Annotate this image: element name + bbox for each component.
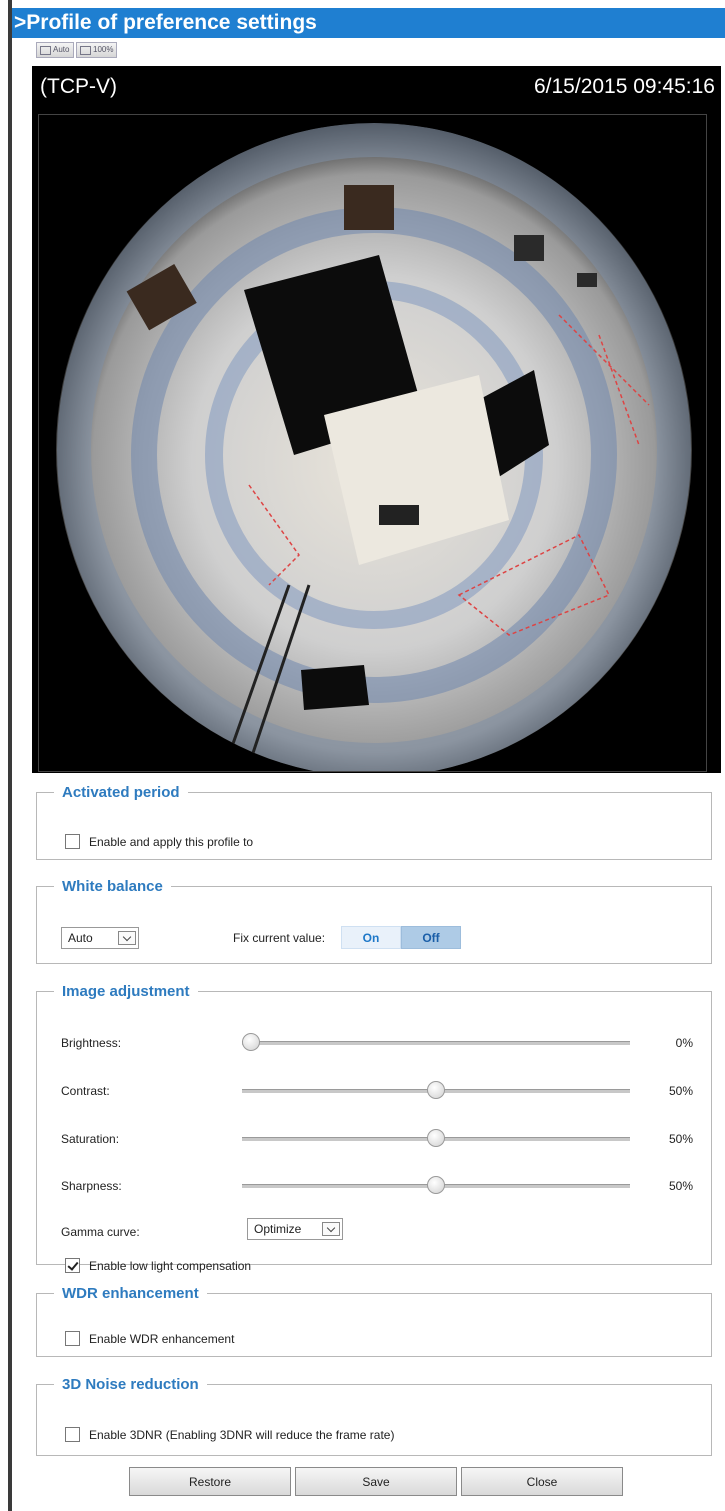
contrast-value: 50%: [668, 1084, 693, 1098]
activated-period-legend: Activated period: [62, 784, 180, 801]
wdr-row: Enable WDR enhancement: [65, 1331, 234, 1346]
enable-profile-label: Enable and apply this profile to: [89, 834, 254, 849]
image-adjustment-section: Image adjustment Brightness: 0% Contrast…: [36, 983, 712, 1273]
close-button[interactable]: Close: [461, 1467, 623, 1496]
contrast-label: Contrast:: [61, 1084, 110, 1098]
slider-handle[interactable]: [427, 1129, 445, 1147]
sharpness-slider[interactable]: [242, 1173, 630, 1197]
white-balance-section: White balance Auto Fix current value: On…: [36, 878, 712, 964]
camera-header: (TCP-V) 6/15/2015 09:45:16: [32, 66, 721, 108]
fix-value-on-button[interactable]: On: [341, 926, 401, 949]
live-video-viewport[interactable]: [32, 108, 721, 773]
wdr-label: Enable WDR enhancement: [89, 1331, 235, 1346]
noise-reduction-section: 3D Noise reduction Enable 3DNR (Enabling…: [36, 1376, 712, 1456]
low-light-row: Enable low light compensation: [65, 1258, 251, 1273]
gamma-curve-value: Optimize: [254, 1222, 302, 1236]
fisheye-video-frame[interactable]: [38, 114, 707, 772]
camera-timestamp: 6/15/2015 09:45:16: [533, 75, 715, 98]
save-button[interactable]: Save: [295, 1467, 457, 1496]
restore-button[interactable]: Restore: [129, 1467, 291, 1496]
chevron-down-icon: [118, 931, 136, 945]
wdr-section: WDR enhancement Enable WDR enhancement: [36, 1285, 712, 1357]
wdr-checkbox[interactable]: [65, 1331, 80, 1346]
brightness-slider[interactable]: [242, 1030, 630, 1054]
sharpness-label: Sharpness:: [61, 1179, 122, 1193]
fisheye-view-image: [39, 115, 706, 771]
contrast-slider[interactable]: [242, 1078, 630, 1102]
noise-reduction-legend: 3D Noise reduction: [62, 1376, 199, 1393]
3dnr-checkbox[interactable]: [65, 1427, 80, 1442]
image-adjustment-legend: Image adjustment: [62, 983, 190, 1000]
chevron-down-icon: [322, 1222, 340, 1236]
activated-period-section: Activated period Enable and apply this p…: [36, 784, 712, 860]
window-icon: [80, 45, 91, 55]
activated-period-row: Enable and apply this profile to: [65, 834, 253, 849]
white-balance-legend: White balance: [62, 878, 163, 895]
saturation-label: Saturation:: [61, 1132, 120, 1146]
gamma-curve-select[interactable]: Optimize: [247, 1218, 343, 1240]
fix-value-toggle: On Off: [341, 926, 461, 949]
noise-reduction-row: Enable 3DNR (Enabling 3DNR will reduce t…: [65, 1427, 394, 1442]
fix-value-off-button[interactable]: Off: [401, 926, 461, 949]
stream-protocol: (TCP-V): [40, 75, 117, 98]
white-balance-value: Auto: [68, 931, 93, 945]
slider-handle[interactable]: [242, 1033, 260, 1051]
saturation-value: 50%: [668, 1132, 693, 1146]
white-balance-select[interactable]: Auto: [61, 927, 139, 949]
sharpness-value: 50%: [668, 1179, 693, 1193]
page-title: >Profile of preference settings: [12, 8, 725, 38]
view-100-button[interactable]: 100%: [76, 42, 118, 58]
brightness-label: Brightness:: [61, 1036, 122, 1050]
view-auto-label: Auto: [53, 45, 70, 54]
wdr-legend: WDR enhancement: [62, 1285, 199, 1302]
left-border: [8, 0, 12, 1511]
slider-track: [242, 1041, 630, 1045]
window-icon: [40, 45, 51, 55]
view-100-label: 100%: [93, 45, 114, 54]
view-auto-button[interactable]: Auto: [36, 42, 74, 58]
low-light-checkbox[interactable]: [65, 1258, 80, 1273]
3dnr-label: Enable 3DNR (Enabling 3DNR will reduce t…: [89, 1427, 395, 1442]
brightness-value: 0%: [675, 1036, 693, 1050]
saturation-slider[interactable]: [242, 1126, 630, 1150]
enable-profile-checkbox[interactable]: [65, 834, 80, 849]
slider-handle[interactable]: [427, 1081, 445, 1099]
gamma-curve-label: Gamma curve:: [61, 1225, 140, 1239]
low-light-label: Enable low light compensation: [89, 1258, 252, 1273]
view-size-buttons: Auto 100%: [36, 42, 118, 58]
fix-current-value-label: Fix current value:: [233, 931, 326, 945]
slider-handle[interactable]: [427, 1176, 445, 1194]
